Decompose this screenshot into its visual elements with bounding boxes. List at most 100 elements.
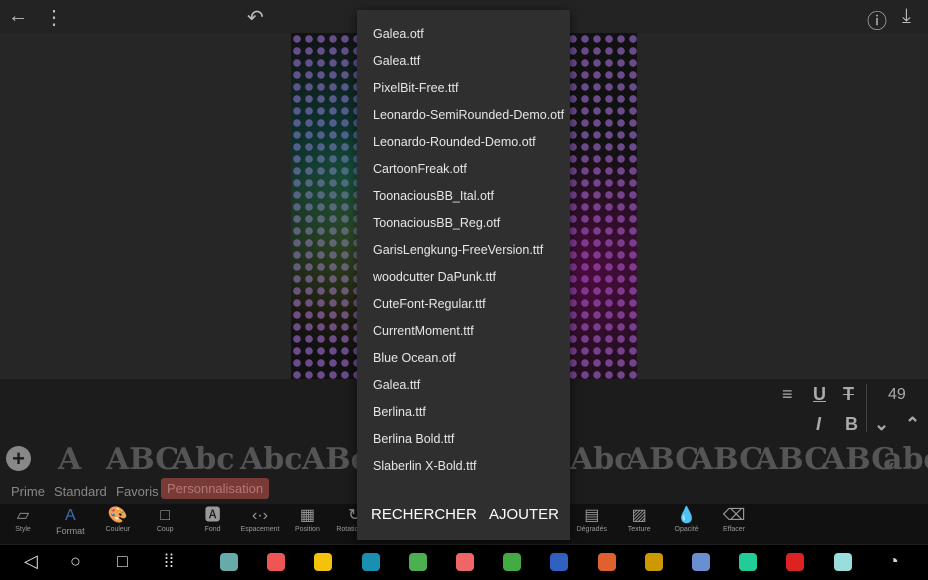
- tool-button[interactable]: ▨ Texture: [615, 506, 663, 533]
- add-button[interactable]: AJOUTER: [489, 506, 559, 523]
- font-list-item[interactable]: GarisLengkung-FreeVersion.ttf: [373, 243, 543, 257]
- tool-button[interactable]: ⌫ Effacer: [710, 506, 758, 533]
- tool-button[interactable]: ▤ Dégradés: [568, 506, 616, 533]
- back-nav-icon[interactable]: ◁: [24, 551, 38, 572]
- font-list-item[interactable]: woodcutter DaPunk.ttf: [373, 270, 496, 284]
- category-tab[interactable]: Favoris: [116, 484, 159, 499]
- tool-label: Espacement: [240, 526, 280, 533]
- underline-button[interactable]: U: [813, 384, 826, 405]
- tool-button[interactable]: 🎨 Couleur: [94, 506, 142, 533]
- font-sample[interactable]: ABC: [106, 442, 179, 477]
- tool-label: Position: [294, 526, 320, 533]
- speed-icon[interactable]: ◔: [888, 551, 899, 572]
- italic-button[interactable]: I: [816, 414, 821, 435]
- chevron-down-icon[interactable]: ⌄: [874, 414, 889, 435]
- app-shortcut-icon[interactable]: [314, 553, 333, 571]
- tool-icon: 💧: [676, 507, 697, 524]
- tool-button[interactable]: □ Coup: [141, 506, 189, 533]
- font-list-item[interactable]: ToonaciousBB_Reg.otf: [373, 216, 500, 230]
- app-shortcut-icon[interactable]: [644, 553, 663, 571]
- divider: [866, 384, 867, 432]
- tool-icon: ▦: [299, 507, 315, 524]
- tool-icon: A: [65, 507, 76, 524]
- tool-icon: ▱: [16, 507, 30, 524]
- font-list-item[interactable]: CuteFont-Regular.ttf: [373, 297, 486, 311]
- align-left-icon[interactable]: ≡: [782, 384, 793, 405]
- category-tab[interactable]: Personnalisation: [161, 478, 270, 499]
- tool-label: Opacité: [674, 526, 699, 533]
- category-tab[interactable]: Prime: [11, 484, 45, 499]
- tool-label: Fond: [204, 526, 221, 533]
- bold-button[interactable]: B: [845, 414, 858, 435]
- tool-icon: ‹·›: [252, 507, 268, 524]
- font-sample[interactable]: Abc: [240, 442, 303, 477]
- tool-button[interactable]: ▦ Position: [283, 506, 331, 533]
- font-list-item[interactable]: Blue Ocean.otf: [373, 351, 456, 365]
- font-list-item[interactable]: PixelBit-Free.ttf: [373, 81, 458, 95]
- font-sample[interactable]: A: [58, 442, 81, 477]
- tool-button[interactable]: A Format: [46, 506, 94, 536]
- app-shortcut-icon[interactable]: [408, 553, 427, 571]
- app-shortcut-icon[interactable]: [833, 553, 852, 571]
- add-font-button[interactable]: +: [6, 446, 31, 471]
- more-vert-icon[interactable]: ⋮: [44, 5, 64, 30]
- tool-label: Dégradés: [576, 526, 607, 533]
- tool-button[interactable]: ‹·› Espacement: [236, 506, 284, 533]
- font-list-item[interactable]: Leonardo-Rounded-Demo.otf: [373, 135, 536, 149]
- tool-icon: 🎨: [107, 507, 128, 524]
- font-list-item[interactable]: Berlina Bold.ttf: [373, 432, 454, 446]
- app-shortcut-icon[interactable]: [786, 553, 805, 571]
- font-list-item[interactable]: CurrentMoment.ttf: [373, 324, 474, 338]
- tool-button[interactable]: 🅰 Fond: [189, 506, 237, 533]
- home-nav-icon[interactable]: ○: [70, 551, 81, 572]
- undo-icon[interactable]: ↶: [247, 5, 264, 30]
- tool-label: Couleur: [105, 526, 131, 533]
- font-sample[interactable]: Abc: [570, 442, 633, 477]
- apps-grid-icon[interactable]: ⁞⁞: [164, 551, 174, 572]
- tool-label: Effacer: [722, 526, 746, 533]
- tool-label: Texture: [627, 526, 651, 533]
- font-sample[interactable]: ABC: [690, 442, 763, 477]
- app-shortcut-icon[interactable]: [220, 553, 238, 571]
- app-shortcut-icon[interactable]: [739, 553, 758, 571]
- chevron-up-icon[interactable]: ⌃: [905, 414, 920, 435]
- tool-icon: 🅰: [204, 507, 221, 524]
- font-picker-dialog: Galea.otf Galea.ttf PixelBit-Free.ttf Leona…: [357, 10, 570, 540]
- tool-icon: □: [160, 507, 171, 524]
- font-list-item[interactable]: Leonardo-SemiRounded-Demo.otf: [373, 108, 564, 122]
- font-sample[interactable]: abc: [883, 442, 928, 477]
- recents-nav-icon[interactable]: □: [117, 551, 128, 572]
- tool-button[interactable]: 💧 Opacité: [663, 506, 711, 533]
- font-list-item[interactable]: CartoonFreak.otf: [373, 162, 467, 176]
- app-shortcut-icon[interactable]: [503, 553, 522, 571]
- tool-label: Style: [15, 526, 31, 533]
- font-list-item[interactable]: Berlina.ttf: [373, 405, 426, 419]
- font-sample[interactable]: Abc: [172, 442, 235, 477]
- tool-icon: ▤: [584, 507, 600, 524]
- app-shortcut-icon[interactable]: [597, 553, 616, 571]
- tool-label: Format: [56, 526, 85, 536]
- font-size-value: 49: [888, 386, 906, 403]
- font-list-item[interactable]: Slaberlin X-Bold.ttf: [373, 459, 477, 473]
- search-button[interactable]: RECHERCHER: [371, 506, 477, 523]
- font-list-item[interactable]: Galea.ttf: [373, 54, 420, 68]
- app-shortcut-icon[interactable]: [361, 553, 380, 571]
- app-shortcut-icon[interactable]: [267, 553, 286, 571]
- tool-button[interactable]: ▱ Style: [0, 506, 47, 533]
- app-shortcut-icon[interactable]: [550, 553, 569, 571]
- font-list-item[interactable]: ToonaciousBB_Ital.otf: [373, 189, 494, 203]
- font-sample[interactable]: ABC: [626, 442, 699, 477]
- font-sample[interactable]: ABC: [755, 442, 828, 477]
- tool-icon: ▨: [631, 507, 647, 524]
- app-shortcut-icon[interactable]: [456, 553, 474, 571]
- font-list-item[interactable]: Galea.ttf: [373, 378, 420, 392]
- strikethrough-icon[interactable]: T: [843, 384, 854, 405]
- tool-icon: ⌫: [722, 507, 746, 524]
- category-tab[interactable]: Standard: [54, 484, 107, 499]
- font-list-item[interactable]: Galea.otf: [373, 27, 424, 41]
- arrow-left-icon[interactable]: ←: [8, 5, 28, 28]
- tool-label: Coup: [156, 526, 174, 533]
- download-icon[interactable]: ⤓: [902, 5, 911, 28]
- help-circle-icon[interactable]: ⓘ: [867, 5, 887, 34]
- app-shortcut-icon[interactable]: [692, 553, 710, 571]
